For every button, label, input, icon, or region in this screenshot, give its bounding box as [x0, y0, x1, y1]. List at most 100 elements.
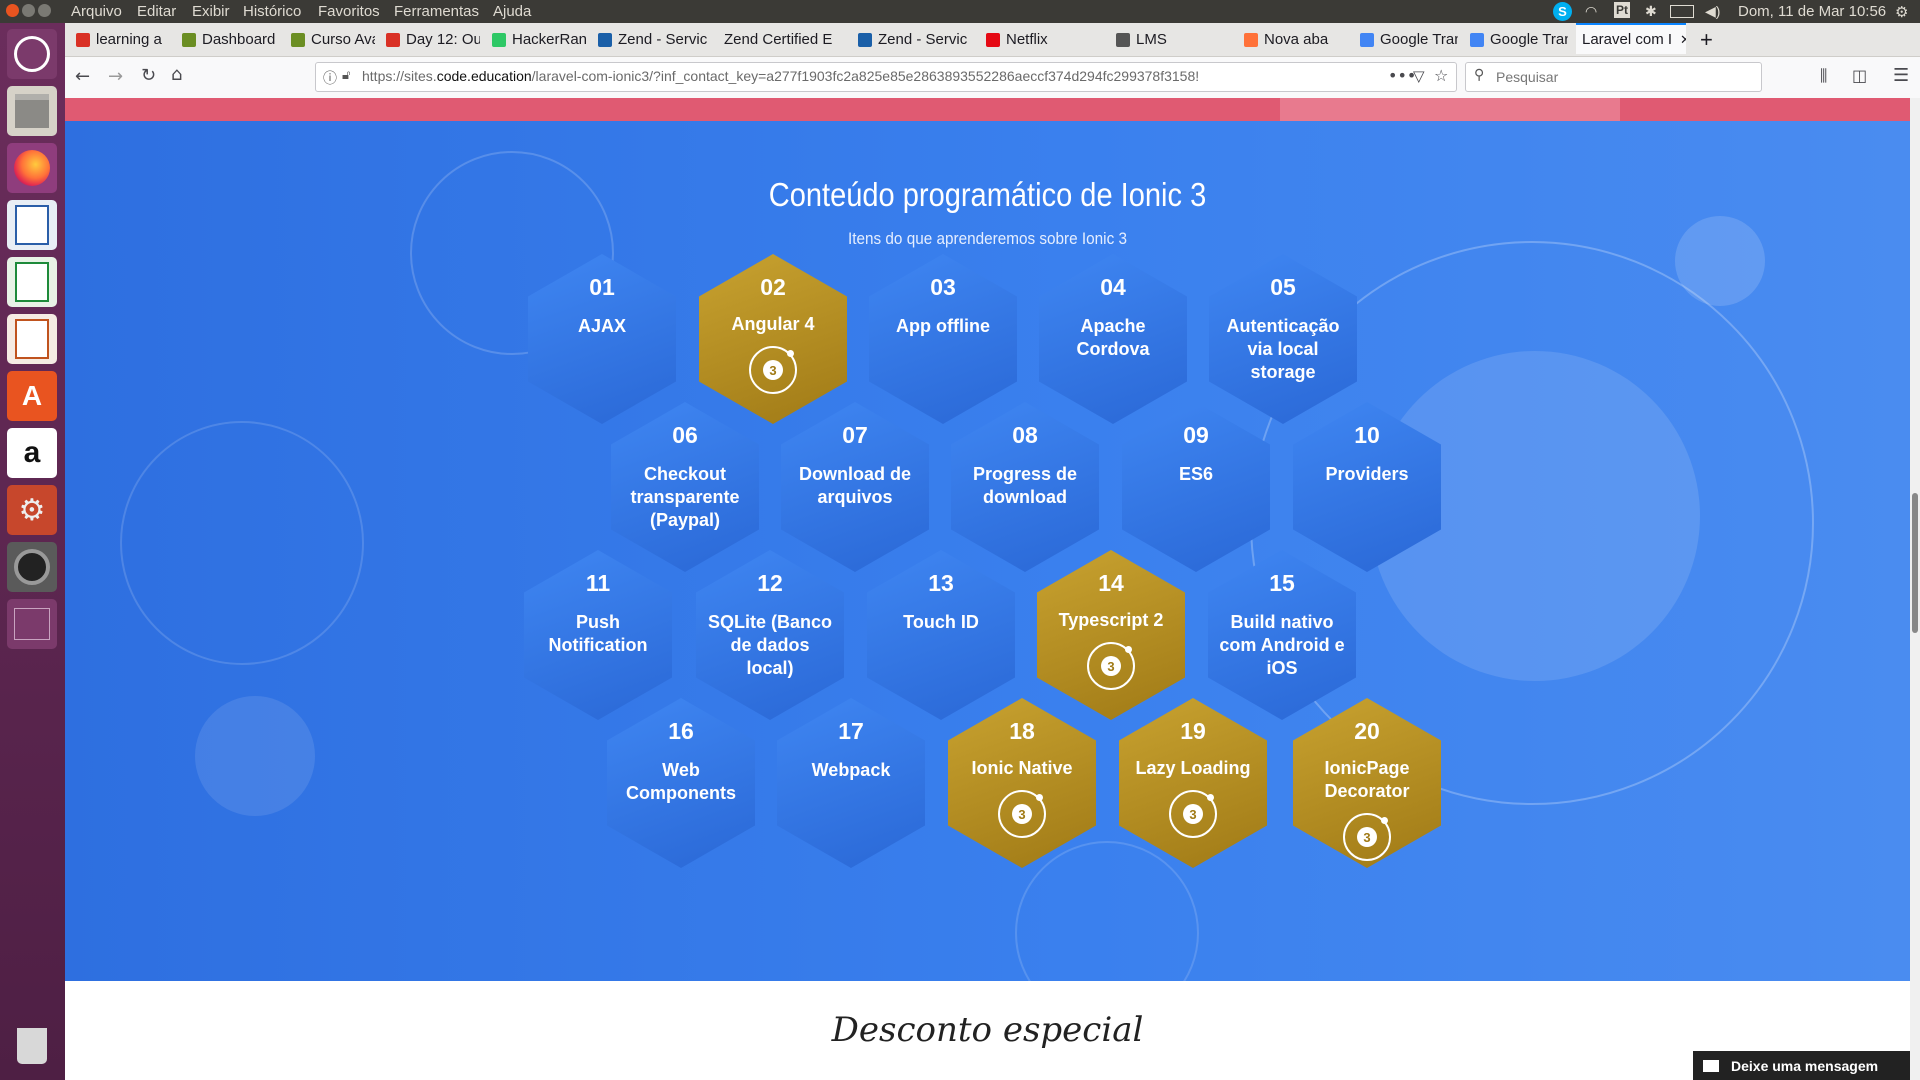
keyboard-layout-indicator[interactable]: Pt [1614, 2, 1630, 18]
clock[interactable]: Dom, 11 de Mar 10:56 [1738, 3, 1886, 20]
amazon-icon[interactable]: a [7, 428, 57, 478]
menu-ajuda[interactable]: Ajuda [493, 3, 531, 20]
menu-exibir[interactable]: Exibir [192, 3, 230, 20]
decorative-circle-left-2 [120, 421, 364, 665]
wifi-icon[interactable]: ◠ [1585, 3, 1597, 20]
battery-icon[interactable] [1670, 5, 1694, 18]
gmail-icon [76, 32, 90, 47]
url-domain: code.education [436, 68, 532, 84]
camera-icon[interactable] [7, 542, 57, 592]
library-icon[interactable]: ⫼ [1820, 66, 1827, 86]
tab-label: Day 12: Outs [406, 31, 480, 48]
tab-11[interactable]: Nova aba [1238, 23, 1348, 56]
topic-label: Push Notification [548, 612, 648, 655]
info-icon[interactable]: ⓘ [323, 68, 337, 88]
trash-icon[interactable] [7, 1021, 57, 1071]
google-translate-icon [1360, 32, 1374, 47]
decorative-disc-left [195, 696, 315, 816]
ionic3-badge-icon: 3 [998, 790, 1046, 838]
insecure-lock-icon[interactable]: 🔓︎ [342, 68, 350, 83]
curriculum-section: Conteúdo programático de Ionic 3 Itens d… [65, 121, 1910, 981]
minimize-window-icon[interactable] [22, 4, 35, 17]
tab-label: Zend - Servic [878, 31, 968, 48]
topic-label: App offline [896, 316, 990, 336]
topic-label: Checkout transparente (Paypal) [630, 464, 740, 530]
topic-number: 18 [1009, 718, 1035, 744]
topic-hex-17: 17 Webpack [777, 698, 925, 868]
topic-label: AJAX [577, 316, 626, 336]
tab-8[interactable]: Zend - Servic [852, 23, 970, 56]
topic-number: 03 [930, 274, 956, 300]
tab-5[interactable]: HackerRank [486, 23, 586, 56]
topic-hex-02: 02 Angular 4 3 [699, 254, 847, 424]
badge-number: 3 [1357, 827, 1377, 847]
close-tab-icon[interactable]: ✕ [1680, 32, 1686, 48]
home-icon[interactable]: ⌂ [171, 64, 182, 85]
close-window-icon[interactable] [6, 4, 19, 17]
badge-dot [1036, 794, 1043, 801]
section-subtitle: Itens do que aprenderemos sobre Ionic 3 [848, 229, 1127, 248]
software-center-icon[interactable]: A [7, 371, 57, 421]
menu-historico[interactable]: Histórico [243, 3, 301, 20]
tab-9[interactable]: Netflix [980, 23, 1102, 56]
menu-ferramentas[interactable]: Ferramentas [394, 3, 479, 20]
pink-band [65, 98, 1910, 121]
topic-number: 08 [1012, 422, 1038, 448]
skype-icon[interactable]: S [1553, 2, 1572, 21]
bluetooth-icon[interactable]: ✱ [1645, 3, 1657, 20]
tab-3[interactable]: Curso Avanç [285, 23, 375, 56]
pocket-icon[interactable]: ▽ [1413, 67, 1425, 85]
files-icon[interactable] [7, 86, 57, 136]
settings-gear-icon[interactable]: ⚙ [1895, 3, 1908, 21]
search-placeholder: Pesquisar [1496, 69, 1559, 85]
topic-number: 11 [585, 570, 611, 596]
workspace-switcher-icon[interactable] [7, 599, 57, 649]
topic-number: 15 [1269, 570, 1295, 596]
topic-number: 02 [760, 274, 786, 300]
tab-2[interactable]: Dashboard | [176, 23, 280, 56]
tab-4[interactable]: Day 12: Outs [380, 23, 480, 56]
topic-hex-09: 09 ES6 [1122, 402, 1270, 572]
page-scrollbar-thumb[interactable] [1912, 493, 1918, 633]
discount-heading: Desconto especial [831, 1010, 1144, 1050]
topic-number: 05 [1270, 274, 1296, 300]
topic-label: Apache Cordova [1076, 316, 1150, 359]
menu-editar[interactable]: Editar [137, 3, 176, 20]
writer-icon[interactable] [7, 200, 57, 250]
tab-label: Netflix [1006, 31, 1048, 48]
impress-icon[interactable] [7, 314, 57, 364]
search-bar[interactable]: ⚲ Pesquisar [1465, 62, 1762, 92]
tab-14[interactable]: Laravel com I ✕ [1576, 23, 1686, 54]
system-settings-icon[interactable]: ⚙ [7, 485, 57, 535]
sidebar-icon[interactable]: ◫ [1852, 66, 1867, 85]
forward-arrow-icon[interactable]: → [108, 66, 123, 87]
topic-hex-07: 07 Download de arquivos [781, 402, 929, 572]
hamburger-menu-icon[interactable]: ☰ [1893, 65, 1909, 86]
browser-nav-bar: ← → ↻ ⌂ ⓘ 🔓︎ https://sites.code.educatio… [65, 57, 1920, 99]
tab-12[interactable]: Google Trans [1354, 23, 1458, 56]
tab-label: Google Trans [1490, 31, 1568, 48]
tab-10[interactable]: LMS [1110, 23, 1232, 56]
url-prefix: https://sites. [362, 68, 437, 84]
bookmark-star-icon[interactable]: ☆ [1434, 66, 1448, 85]
tab-1[interactable]: learning a [70, 23, 170, 56]
firefox-icon[interactable] [7, 143, 57, 193]
badge-dot [1381, 817, 1388, 824]
system-top-bar: Arquivo Editar Exibir Histórico Favorito… [0, 0, 1920, 23]
tab-13[interactable]: Google Trans [1464, 23, 1568, 56]
tab-7[interactable]: Zend Certified E [718, 23, 844, 56]
reload-icon[interactable]: ↻ [141, 65, 156, 86]
leave-message-button[interactable]: Deixe uma mensagem [1693, 1051, 1910, 1080]
new-tab-icon[interactable]: + [1700, 23, 1713, 56]
maximize-window-icon[interactable] [38, 4, 51, 17]
topic-label: Build nativo com Android e iOS [1219, 612, 1345, 678]
ubuntu-dash-icon[interactable] [7, 29, 57, 79]
menu-arquivo[interactable]: Arquivo [71, 3, 122, 20]
menu-favoritos[interactable]: Favoritos [318, 3, 380, 20]
url-bar[interactable]: ⓘ 🔓︎ https://sites.code.education/larave… [315, 62, 1457, 92]
volume-icon[interactable]: ◀) [1705, 3, 1720, 20]
calc-icon[interactable] [7, 257, 57, 307]
tab-6[interactable]: Zend - Servic [592, 23, 710, 56]
back-arrow-icon[interactable]: ← [75, 66, 90, 87]
url-text[interactable]: https://sites.code.education/laravel-com… [362, 68, 1347, 84]
